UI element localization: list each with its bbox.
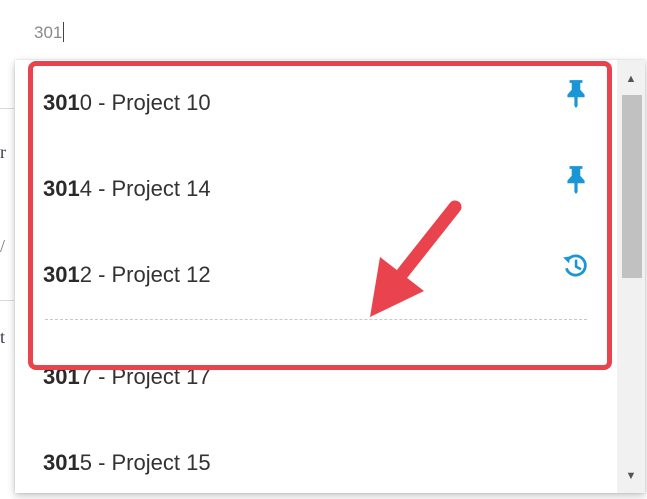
background-divider <box>0 108 14 109</box>
background-page <box>0 60 14 499</box>
option-project-15[interactable]: 3015 - Project 15 <box>15 420 611 493</box>
option-label: 3015 - Project 15 <box>43 450 211 476</box>
scroll-down-arrow-icon[interactable]: ▼ <box>617 465 645 487</box>
background-text-fragment: r <box>0 142 6 162</box>
background-text-fragment: t <box>0 327 6 347</box>
annotation-arrow-icon <box>370 200 462 317</box>
search-input-value: 301 <box>34 23 63 42</box>
scroll-up-arrow-icon[interactable]: ▲ <box>617 68 645 90</box>
highlight-box <box>28 61 612 370</box>
background-text-fragment: / <box>0 236 6 256</box>
dropdown-scrollbar[interactable]: ▲ ▼ <box>617 60 645 493</box>
option-label-match: 301 <box>43 450 80 475</box>
scroll-thumb[interactable] <box>622 95 642 278</box>
text-caret <box>63 22 65 43</box>
search-box[interactable]: 301 <box>16 6 640 60</box>
background-divider <box>0 300 14 301</box>
search-input[interactable]: 301 <box>34 22 65 44</box>
option-label-rest: 5 - Project 15 <box>79 450 211 475</box>
